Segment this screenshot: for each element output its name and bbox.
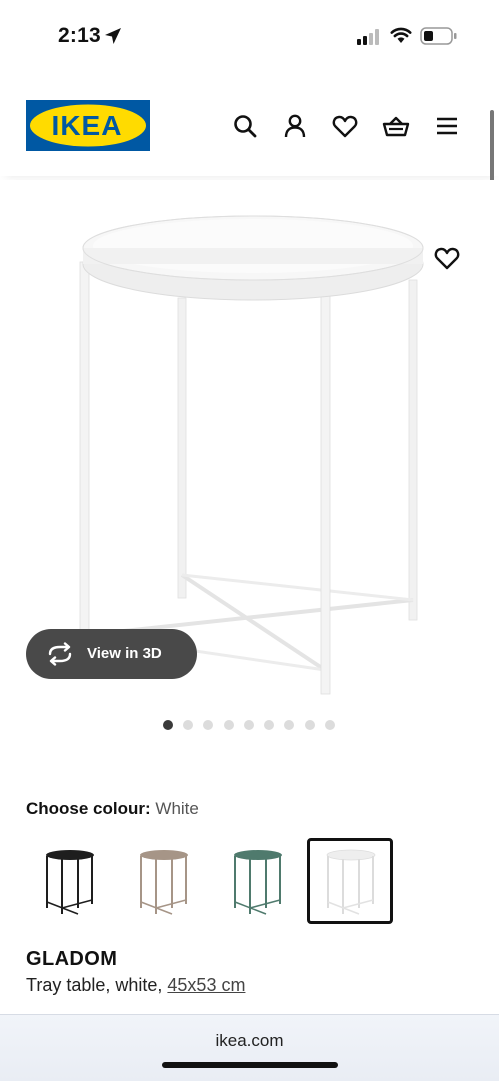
account-icon[interactable] [281, 112, 309, 140]
site-header: IKEA [0, 90, 499, 176]
battery-icon [420, 27, 457, 45]
swatch-white-image [326, 849, 376, 915]
product-description-text: Tray table, white, [26, 975, 163, 995]
view-in-3d-button[interactable]: View in 3D [26, 629, 197, 679]
pagination-dot[interactable] [244, 720, 254, 730]
pagination-dot[interactable] [264, 720, 274, 730]
add-to-favourites-icon[interactable] [433, 244, 461, 272]
product-description: Tray table, white, 45x53 cm [26, 975, 245, 996]
logo-text: IKEA [52, 110, 123, 141]
pagination-dot[interactable] [325, 720, 335, 730]
view-in-3d-label: View in 3D [87, 645, 162, 662]
rotate-3d-icon [48, 642, 72, 666]
colour-swatch-white[interactable] [307, 838, 393, 924]
search-icon[interactable] [231, 112, 259, 140]
status-time: 2:13 [58, 24, 101, 47]
status-bar: 2:13 [0, 0, 499, 72]
colour-swatch-black[interactable] [26, 838, 112, 924]
colour-selector-label: Choose colour: White [26, 799, 199, 819]
wifi-icon [390, 27, 412, 43]
swatch-green-image [234, 850, 282, 915]
product-size-link[interactable]: 45x53 cm [167, 975, 245, 995]
swatch-beige-image [140, 850, 188, 915]
menu-icon[interactable] [433, 112, 461, 140]
choose-colour-label: Choose colour: [26, 799, 151, 818]
browser-address-bar[interactable]: ikea.com [0, 1014, 499, 1081]
colour-swatch-beige[interactable] [120, 838, 206, 924]
pagination-dot[interactable] [203, 720, 213, 730]
swatch-black-image [46, 850, 94, 915]
home-indicator[interactable] [162, 1062, 338, 1068]
pagination-dot[interactable] [284, 720, 294, 730]
location-arrow-icon [105, 28, 121, 44]
pagination-dot[interactable] [183, 720, 193, 730]
colour-swatch-green[interactable] [214, 838, 300, 924]
ikea-logo[interactable]: IKEA [26, 100, 150, 151]
basket-icon[interactable] [382, 112, 410, 140]
url-text[interactable]: ikea.com [0, 1031, 499, 1051]
product-name: GLADOM [26, 948, 118, 970]
pagination-dot[interactable] [305, 720, 315, 730]
pagination-dot[interactable] [163, 720, 173, 730]
favourites-icon[interactable] [331, 112, 359, 140]
selected-colour-value: White [155, 799, 199, 818]
cellular-signal-icon [357, 29, 379, 45]
pagination-dot[interactable] [224, 720, 234, 730]
